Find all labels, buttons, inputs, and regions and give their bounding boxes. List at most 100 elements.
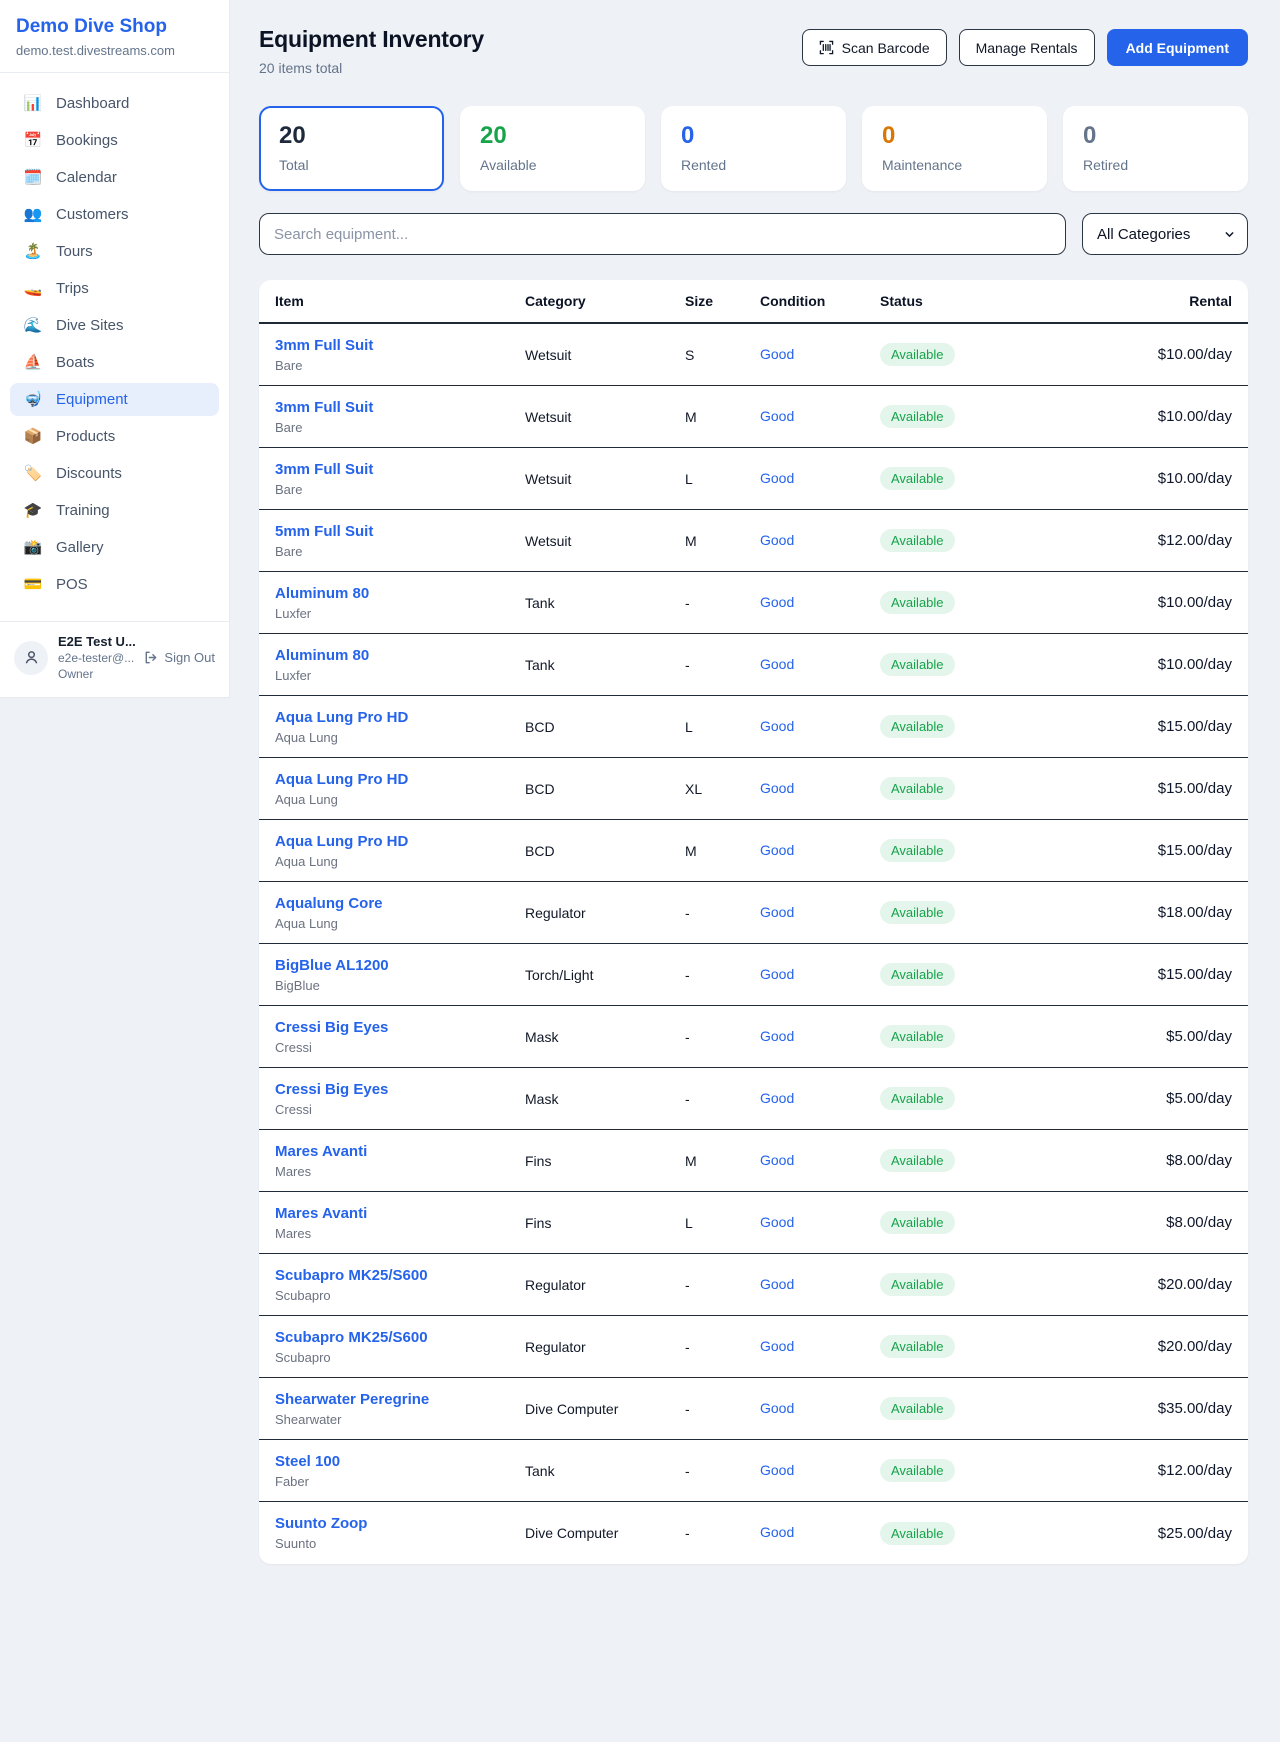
condition-link[interactable]: Good xyxy=(760,532,794,548)
stat-card-total[interactable]: 20 Total xyxy=(259,106,444,191)
stat-card-maintenance[interactable]: 0 Maintenance xyxy=(862,106,1047,191)
item-name-link[interactable]: Mares Avanti xyxy=(275,1143,367,1160)
sidebar-item-pos[interactable]: 💳 POS xyxy=(10,568,219,601)
item-name-link[interactable]: Cressi Big Eyes xyxy=(275,1081,388,1098)
condition-link[interactable]: Good xyxy=(760,1214,794,1230)
item-brand: Aqua Lung xyxy=(275,916,525,931)
condition-link[interactable]: Good xyxy=(760,408,794,424)
item-category: Regulator xyxy=(525,1277,685,1293)
condition-link[interactable]: Good xyxy=(760,1338,794,1354)
condition-link[interactable]: Good xyxy=(760,1524,794,1540)
item-name-link[interactable]: Scubapro MK25/S600 xyxy=(275,1267,428,1284)
status-badge: Available xyxy=(880,963,955,986)
sidebar-item-gallery[interactable]: 📸 Gallery xyxy=(10,531,219,564)
stat-value: 0 xyxy=(681,124,826,148)
stat-card-available[interactable]: 20 Available xyxy=(460,106,645,191)
item-cell: Steel 100 Faber xyxy=(275,1453,525,1489)
item-name-link[interactable]: Aluminum 80 xyxy=(275,647,369,664)
sidebar-item-label: POS xyxy=(56,576,88,593)
condition-link[interactable]: Good xyxy=(760,1152,794,1168)
item-category: Wetsuit xyxy=(525,533,685,549)
item-name-link[interactable]: Aqua Lung Pro HD xyxy=(275,833,408,850)
search-input[interactable] xyxy=(259,213,1066,255)
item-name-link[interactable]: Aqualung Core xyxy=(275,895,383,912)
item-name-link[interactable]: BigBlue AL1200 xyxy=(275,957,389,974)
item-name-link[interactable]: 3mm Full Suit xyxy=(275,461,373,478)
item-name-link[interactable]: Suunto Zoop xyxy=(275,1515,367,1532)
item-cell: Mares Avanti Mares xyxy=(275,1143,525,1179)
stat-card-rented[interactable]: 0 Rented xyxy=(661,106,846,191)
sidebar-item-products[interactable]: 📦 Products xyxy=(10,420,219,453)
item-category: Tank xyxy=(525,657,685,673)
item-name-link[interactable]: Aqua Lung Pro HD xyxy=(275,771,408,788)
item-size: XL xyxy=(685,781,760,797)
condition-link[interactable]: Good xyxy=(760,1276,794,1292)
condition-link[interactable]: Good xyxy=(760,842,794,858)
sidebar-item-customers[interactable]: 👥 Customers xyxy=(10,198,219,231)
item-size: L xyxy=(685,471,760,487)
item-cell: Aqualung Core Aqua Lung xyxy=(275,895,525,931)
condition-link[interactable]: Good xyxy=(760,1400,794,1416)
table-row: Suunto Zoop Suunto Dive Computer - Good … xyxy=(259,1502,1248,1564)
sidebar-item-equipment[interactable]: 🤿 Equipment xyxy=(10,383,219,416)
condition-link[interactable]: Good xyxy=(760,346,794,362)
category-filter-select[interactable]: All Categories xyxy=(1082,213,1248,255)
table-row: Cressi Big Eyes Cressi Mask - Good Avail… xyxy=(259,1006,1248,1068)
condition-link[interactable]: Good xyxy=(760,966,794,982)
item-name-link[interactable]: Shearwater Peregrine xyxy=(275,1391,429,1408)
manage-rentals-button[interactable]: Manage Rentals xyxy=(959,29,1095,66)
item-cell: BigBlue AL1200 BigBlue xyxy=(275,957,525,993)
condition-link[interactable]: Good xyxy=(760,1028,794,1044)
page-title: Equipment Inventory xyxy=(259,26,484,53)
item-brand: Shearwater xyxy=(275,1412,525,1427)
item-name-link[interactable]: Aluminum 80 xyxy=(275,585,369,602)
sidebar-item-tours[interactable]: 🏝️ Tours xyxy=(10,235,219,268)
status-badge: Available xyxy=(880,1025,955,1048)
item-name-link[interactable]: Mares Avanti xyxy=(275,1205,367,1222)
item-category: BCD xyxy=(525,719,685,735)
item-category: Dive Computer xyxy=(525,1401,685,1417)
condition-link[interactable]: Good xyxy=(760,594,794,610)
sidebar-item-bookings[interactable]: 📅 Bookings xyxy=(10,124,219,157)
sidebar-item-training[interactable]: 🎓 Training xyxy=(10,494,219,527)
item-size: - xyxy=(685,1277,760,1293)
sign-out-button[interactable]: Sign Out xyxy=(143,650,215,665)
sidebar-item-dive-sites[interactable]: 🌊 Dive Sites xyxy=(10,309,219,342)
item-size: - xyxy=(685,657,760,673)
item-cell: 3mm Full Suit Bare xyxy=(275,337,525,373)
item-name-link[interactable]: 3mm Full Suit xyxy=(275,337,373,354)
item-cell: Cressi Big Eyes Cressi xyxy=(275,1081,525,1117)
item-name-link[interactable]: 3mm Full Suit xyxy=(275,399,373,416)
condition-link[interactable]: Good xyxy=(760,780,794,796)
condition-link[interactable]: Good xyxy=(760,1462,794,1478)
item-cell: Scubapro MK25/S600 Scubapro xyxy=(275,1329,525,1365)
sidebar-item-calendar[interactable]: 🗓️ Calendar xyxy=(10,161,219,194)
sidebar-item-discounts[interactable]: 🏷️ Discounts xyxy=(10,457,219,490)
condition-link[interactable]: Good xyxy=(760,718,794,734)
item-brand: Bare xyxy=(275,544,525,559)
item-name-link[interactable]: 5mm Full Suit xyxy=(275,523,373,540)
item-name-link[interactable]: Steel 100 xyxy=(275,1453,340,1470)
item-name-link[interactable]: Cressi Big Eyes xyxy=(275,1019,388,1036)
item-name-link[interactable]: Aqua Lung Pro HD xyxy=(275,709,408,726)
barcode-icon xyxy=(819,40,834,55)
item-cell: Aluminum 80 Luxfer xyxy=(275,647,525,683)
scan-barcode-button[interactable]: Scan Barcode xyxy=(802,29,947,66)
sidebar-item-dashboard[interactable]: 📊 Dashboard xyxy=(10,87,219,120)
person-icon xyxy=(23,649,40,666)
stat-label: Rented xyxy=(681,157,826,173)
sidebar-item-trips[interactable]: 🚤 Trips xyxy=(10,272,219,305)
status-badge: Available xyxy=(880,777,955,800)
table-row: Scubapro MK25/S600 Scubapro Regulator - … xyxy=(259,1254,1248,1316)
stat-card-retired[interactable]: 0 Retired xyxy=(1063,106,1248,191)
condition-link[interactable]: Good xyxy=(760,656,794,672)
status-badge: Available xyxy=(880,839,955,862)
item-name-link[interactable]: Scubapro MK25/S600 xyxy=(275,1329,428,1346)
add-equipment-button[interactable]: Add Equipment xyxy=(1107,29,1248,66)
condition-link[interactable]: Good xyxy=(760,1090,794,1106)
sidebar-item-boats[interactable]: ⛵ Boats xyxy=(10,346,219,379)
item-cell: Aqua Lung Pro HD Aqua Lung xyxy=(275,709,525,745)
item-size: S xyxy=(685,347,760,363)
condition-link[interactable]: Good xyxy=(760,470,794,486)
condition-link[interactable]: Good xyxy=(760,904,794,920)
